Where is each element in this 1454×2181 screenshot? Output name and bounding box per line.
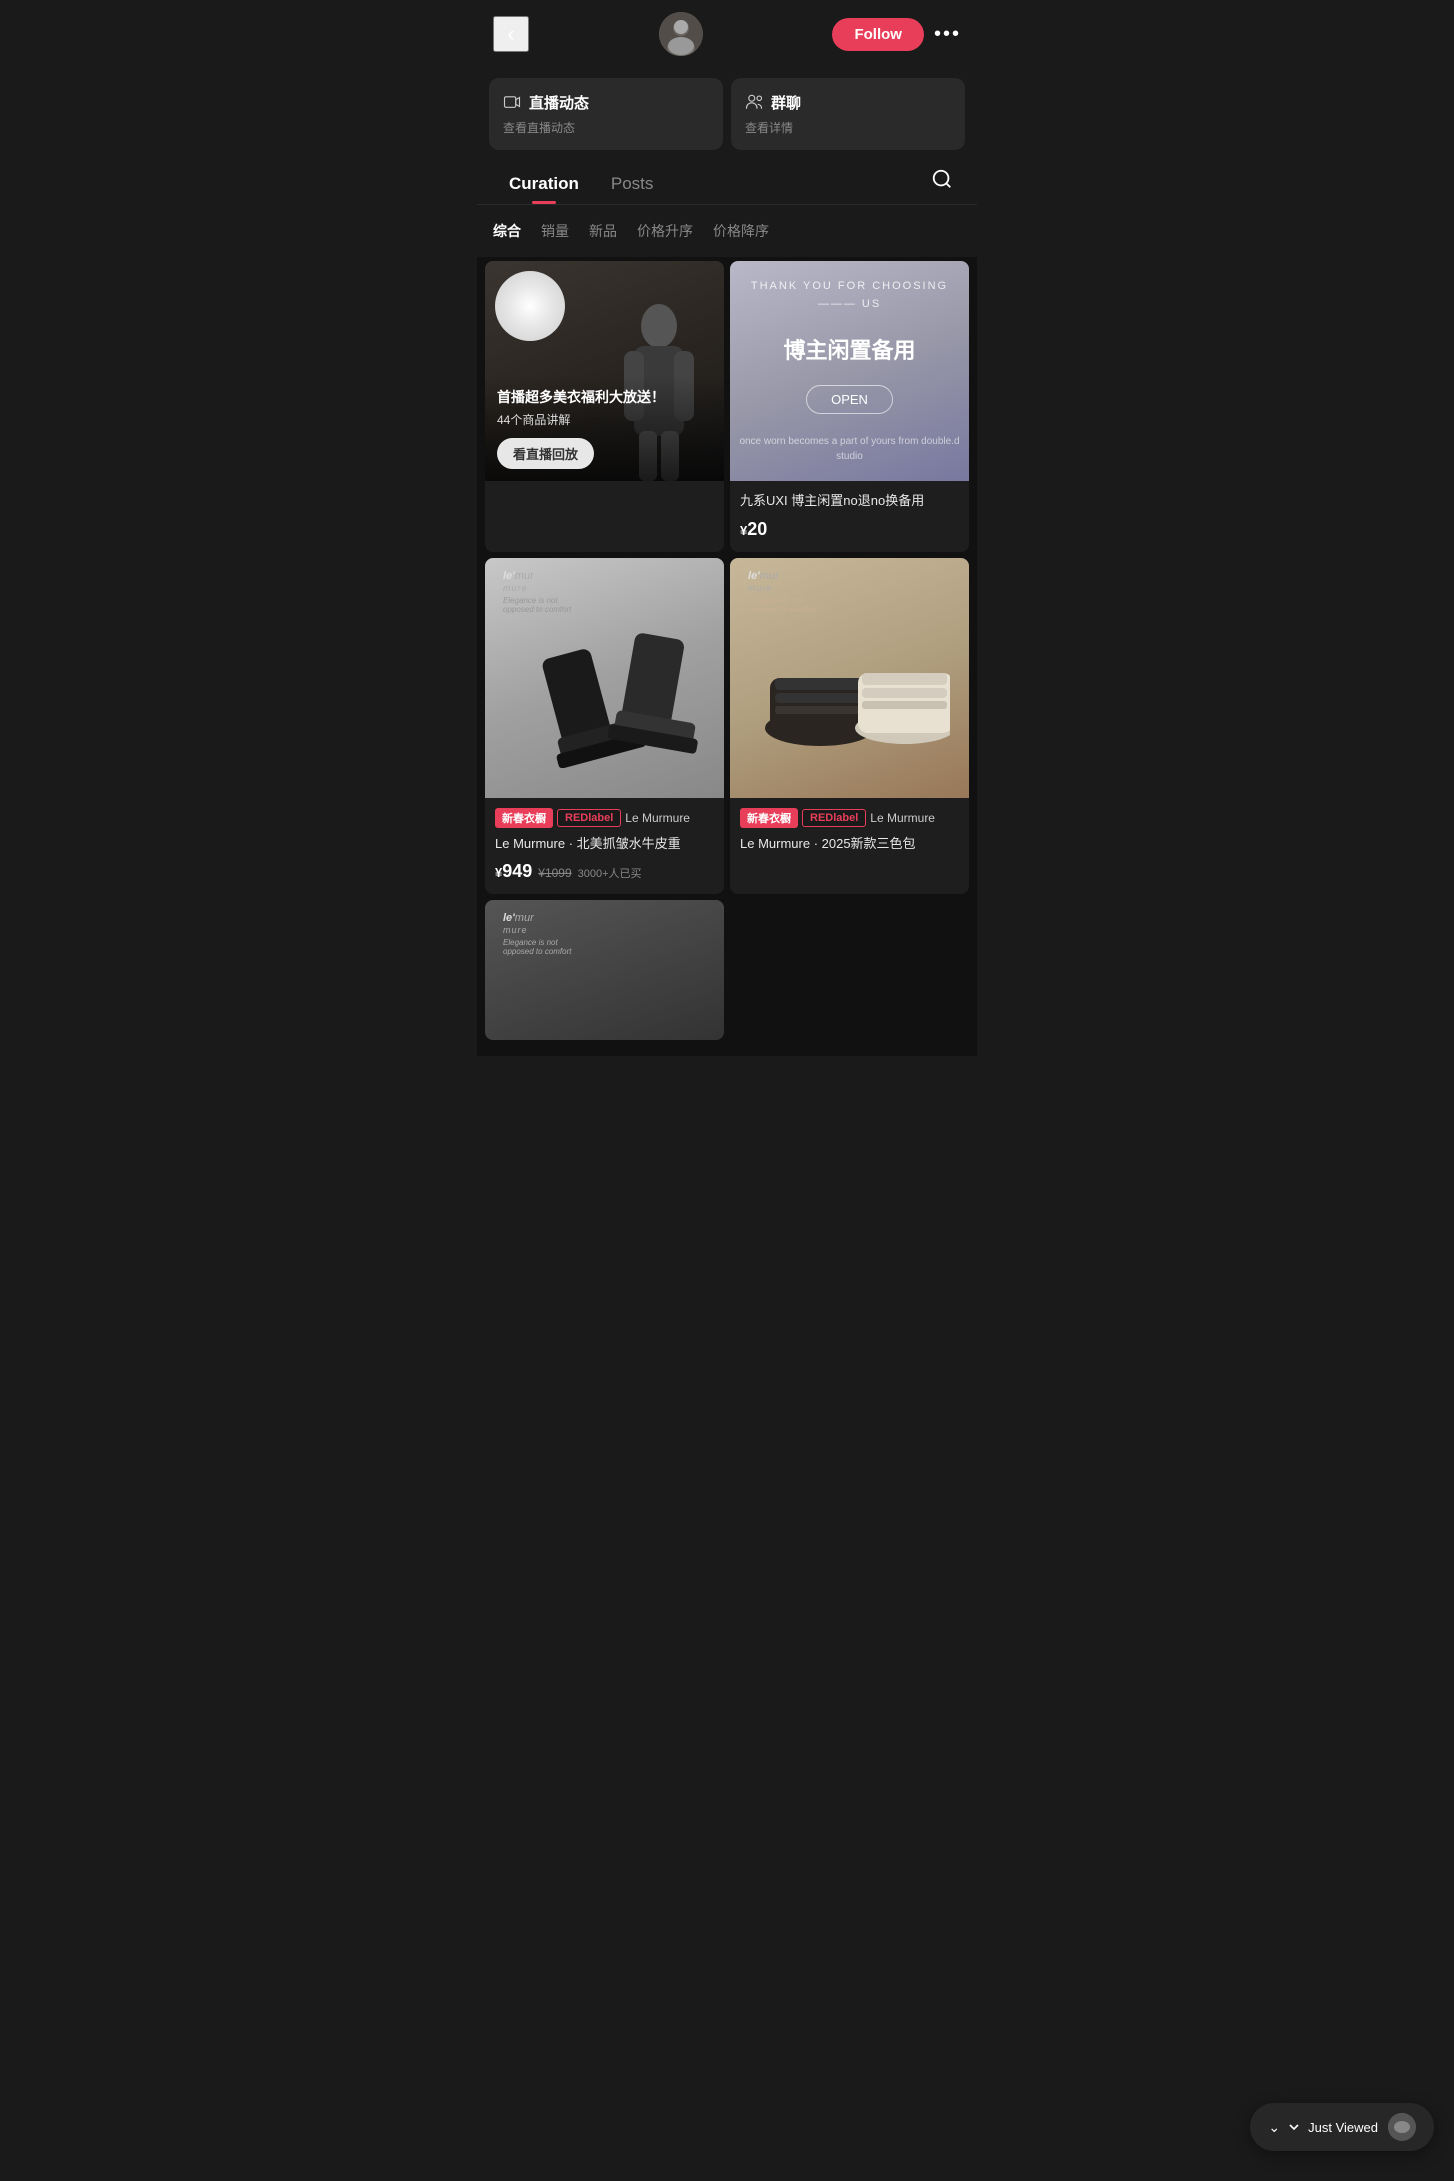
search-icon [931,168,953,190]
filter-sales[interactable]: 销量 [541,217,569,245]
store-price: ¥20 [740,519,767,540]
shoes-tag-new: 新春衣橱 [740,808,798,828]
filter-price-asc[interactable]: 价格升序 [637,217,693,245]
store-product-card[interactable]: THANK YOU FOR CHOOSING ——— US 博主闲置备用 OPE… [730,261,969,552]
people-icon [745,93,763,111]
live-product-card[interactable]: 首播超多美衣福利大放送！ 44个商品讲解 看直播回放 [485,261,724,552]
boots-price-row: ¥949 ¥1099 3000+人已买 [495,861,714,882]
boots-price-current: ¥949 [495,861,532,882]
header-right-actions: Follow ••• [832,18,961,51]
store-thank-text: THANK YOU FOR CHOOSING ——— US [730,278,969,313]
tab-curation-label: Curation [509,174,579,193]
store-open-button[interactable]: OPEN [806,385,893,414]
shoes-product-card[interactable]: le'murmure Elegance is notopposed to com… [730,558,969,895]
watch-replay-button[interactable]: 看直播回放 [497,438,594,469]
shoes-svg [750,598,950,758]
bottom-card-image: le'murmure Elegance is notopposed to com… [485,900,724,1040]
filter-overall[interactable]: 综合 [493,217,521,245]
boots-price-value: 949 [502,861,532,881]
just-viewed-label: Just Viewed [1308,2120,1378,2135]
chevron-down-icon [1286,2119,1302,2135]
product-grid: 首播超多美衣福利大放送！ 44个商品讲解 看直播回放 THANK YOU FOR… [477,257,977,1056]
tab-curation[interactable]: Curation [493,160,595,204]
store-slogan-text: once worn becomes a part of yours from d… [730,434,969,464]
store-card-image: THANK YOU FOR CHOOSING ——— US 博主闲置备用 OPE… [730,261,969,481]
store-title-cn: 博主闲置备用 [783,333,915,365]
just-viewed-avatar [1388,2113,1416,2141]
store-product-info: 九系UXI 博主闲置no退no换备用 ¥20 [730,481,969,552]
shoes-brand-logo: le'murmure Elegance is notopposed to com… [738,566,826,618]
live-card-title: 直播动态 [529,92,589,113]
group-info-card[interactable]: 群聊 查看详情 [731,78,965,150]
group-card-title: 群聊 [771,92,801,113]
store-product-name: 九系UXI 博主闲置no退no换备用 [740,491,959,511]
boots-brand-logo: le'murmure Elegance is notopposed to com… [493,566,581,618]
boots-product-card[interactable]: le'murmure Elegance is notopposed to com… [485,558,724,895]
more-options-button[interactable]: ••• [934,23,961,46]
shoes-card-image: le'murmure Elegance is notopposed to com… [730,558,969,798]
light-ball-decoration [495,271,565,341]
shoes-tag-red: REDlabel [802,809,866,827]
video-icon [503,93,521,111]
group-card-subtitle: 查看详情 [745,119,951,136]
avatar-icon [659,12,703,56]
group-card-title-row: 群聊 [745,92,951,113]
shoes-tags-row: 新春衣橱 REDlabel Le Murmure [740,808,959,828]
live-card-image: 首播超多美衣福利大放送！ 44个商品讲解 看直播回放 [485,261,724,481]
filter-new[interactable]: 新品 [589,217,617,245]
live-card-subtitle: 查看直播动态 [503,119,709,136]
info-cards-row: 直播动态 查看直播动态 群聊 查看详情 [477,68,977,160]
back-button[interactable]: ‹ [493,16,529,52]
boots-svg [505,608,705,768]
boots-tag-red: REDlabel [557,809,621,827]
boots-product-name: Le Murmure · 北美抓皱水牛皮重 [495,834,714,854]
live-icon [503,93,521,111]
boots-tags-row: 新春衣橱 REDlabel Le Murmure [495,808,714,828]
live-card-product-title: 首播超多美衣福利大放送！ [497,387,712,407]
header: ‹ Follow ••• [477,0,977,68]
just-viewed-thumb [1388,2113,1416,2141]
bottom-product-card[interactable]: le'murmure Elegance is notopposed to com… [485,900,724,1040]
live-card-product-subtitle: 44个商品讲解 [497,411,712,428]
bottom-brand-logo: le'murmure Elegance is notopposed to com… [493,908,581,960]
store-price-value: 20 [747,519,767,539]
shoes-product-name: Le Murmure · 2025新款三色包 [740,834,959,854]
tab-posts-label: Posts [611,174,654,193]
filter-bar: 综合 销量 新品 价格升序 价格降序 [477,205,977,257]
live-card-title-row: 直播动态 [503,92,709,113]
tabs-bar: Curation Posts [477,160,977,205]
boots-price-original: ¥1099 [538,866,571,880]
shoes-product-info: 新春衣橱 REDlabel Le Murmure Le Murmure · 20… [730,798,969,874]
boots-brand-name: Le Murmure [625,811,690,825]
shoes-brand-name: Le Murmure [870,811,935,825]
avatar[interactable] [659,12,703,56]
boots-sold-count: 3000+人已买 [578,865,642,881]
store-price-row: ¥20 [740,519,959,540]
avatar-image [659,12,703,56]
boots-product-info: 新春衣橱 REDlabel Le Murmure Le Murmure · 北美… [485,798,724,895]
live-info-card[interactable]: 直播动态 查看直播动态 [489,78,723,150]
boots-tag-new: 新春衣橱 [495,808,553,828]
search-button[interactable] [923,160,961,204]
follow-button[interactable]: Follow [832,18,924,51]
live-overlay: 首播超多美衣福利大放送！ 44个商品讲解 看直播回放 [485,375,724,481]
filter-price-desc[interactable]: 价格降序 [713,217,769,245]
just-viewed-badge[interactable]: Just Viewed [1250,2103,1434,2151]
tab-posts[interactable]: Posts [595,160,670,204]
group-icon [745,93,763,111]
boots-card-image: le'murmure Elegance is notopposed to com… [485,558,724,798]
